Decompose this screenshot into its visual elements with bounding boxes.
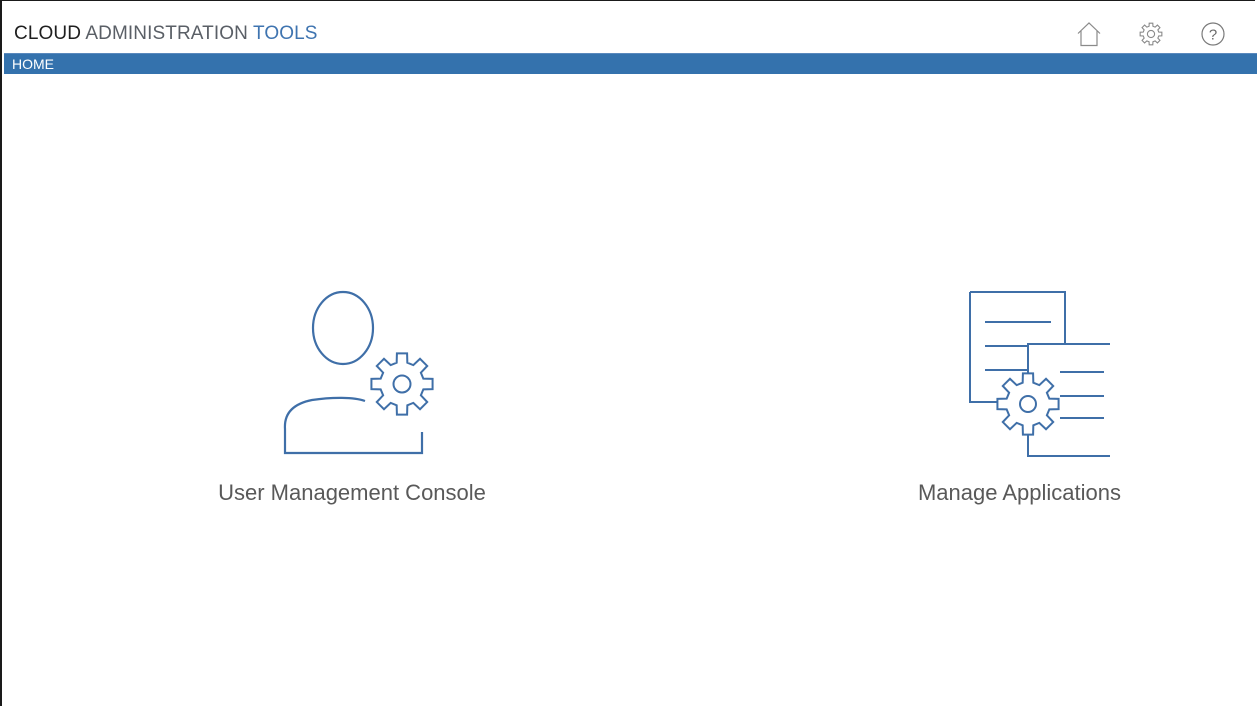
app-title-administration: ADMINISTRATION (85, 23, 248, 44)
top-header: CLOUD ADMINISTRATION TOOLS ? (4, 2, 1257, 54)
home-button[interactable] (1073, 19, 1105, 49)
home-icon (1077, 22, 1101, 47)
manage-applications-label: Manage Applications (917, 480, 1122, 505)
user-management-console-tile[interactable]: User Management Console (182, 284, 522, 506)
user-management-console-label: User Management Console (218, 480, 486, 505)
app-title-tools: TOOLS (252, 23, 318, 44)
manage-applications-tile[interactable]: Manage Applications (867, 284, 1172, 506)
breadcrumb: HOME (4, 53, 1257, 74)
app-title: CLOUD ADMINISTRATION TOOLS (14, 22, 318, 46)
help-icon: ? (1201, 22, 1225, 46)
app-title-cloud: CLOUD (14, 23, 82, 44)
gear-icon (1139, 22, 1163, 46)
app-window: CLOUD ADMINISTRATION TOOLS ? HOME User M… (0, 0, 1257, 706)
svg-text:?: ? (1209, 27, 1217, 44)
header-toolbar: ? (1073, 19, 1229, 49)
breadcrumb-home[interactable]: HOME (12, 55, 54, 73)
help-button[interactable]: ? (1197, 19, 1229, 49)
documents-gear-icon (968, 291, 1110, 457)
settings-button[interactable] (1135, 19, 1167, 49)
user-gear-icon (283, 290, 434, 455)
